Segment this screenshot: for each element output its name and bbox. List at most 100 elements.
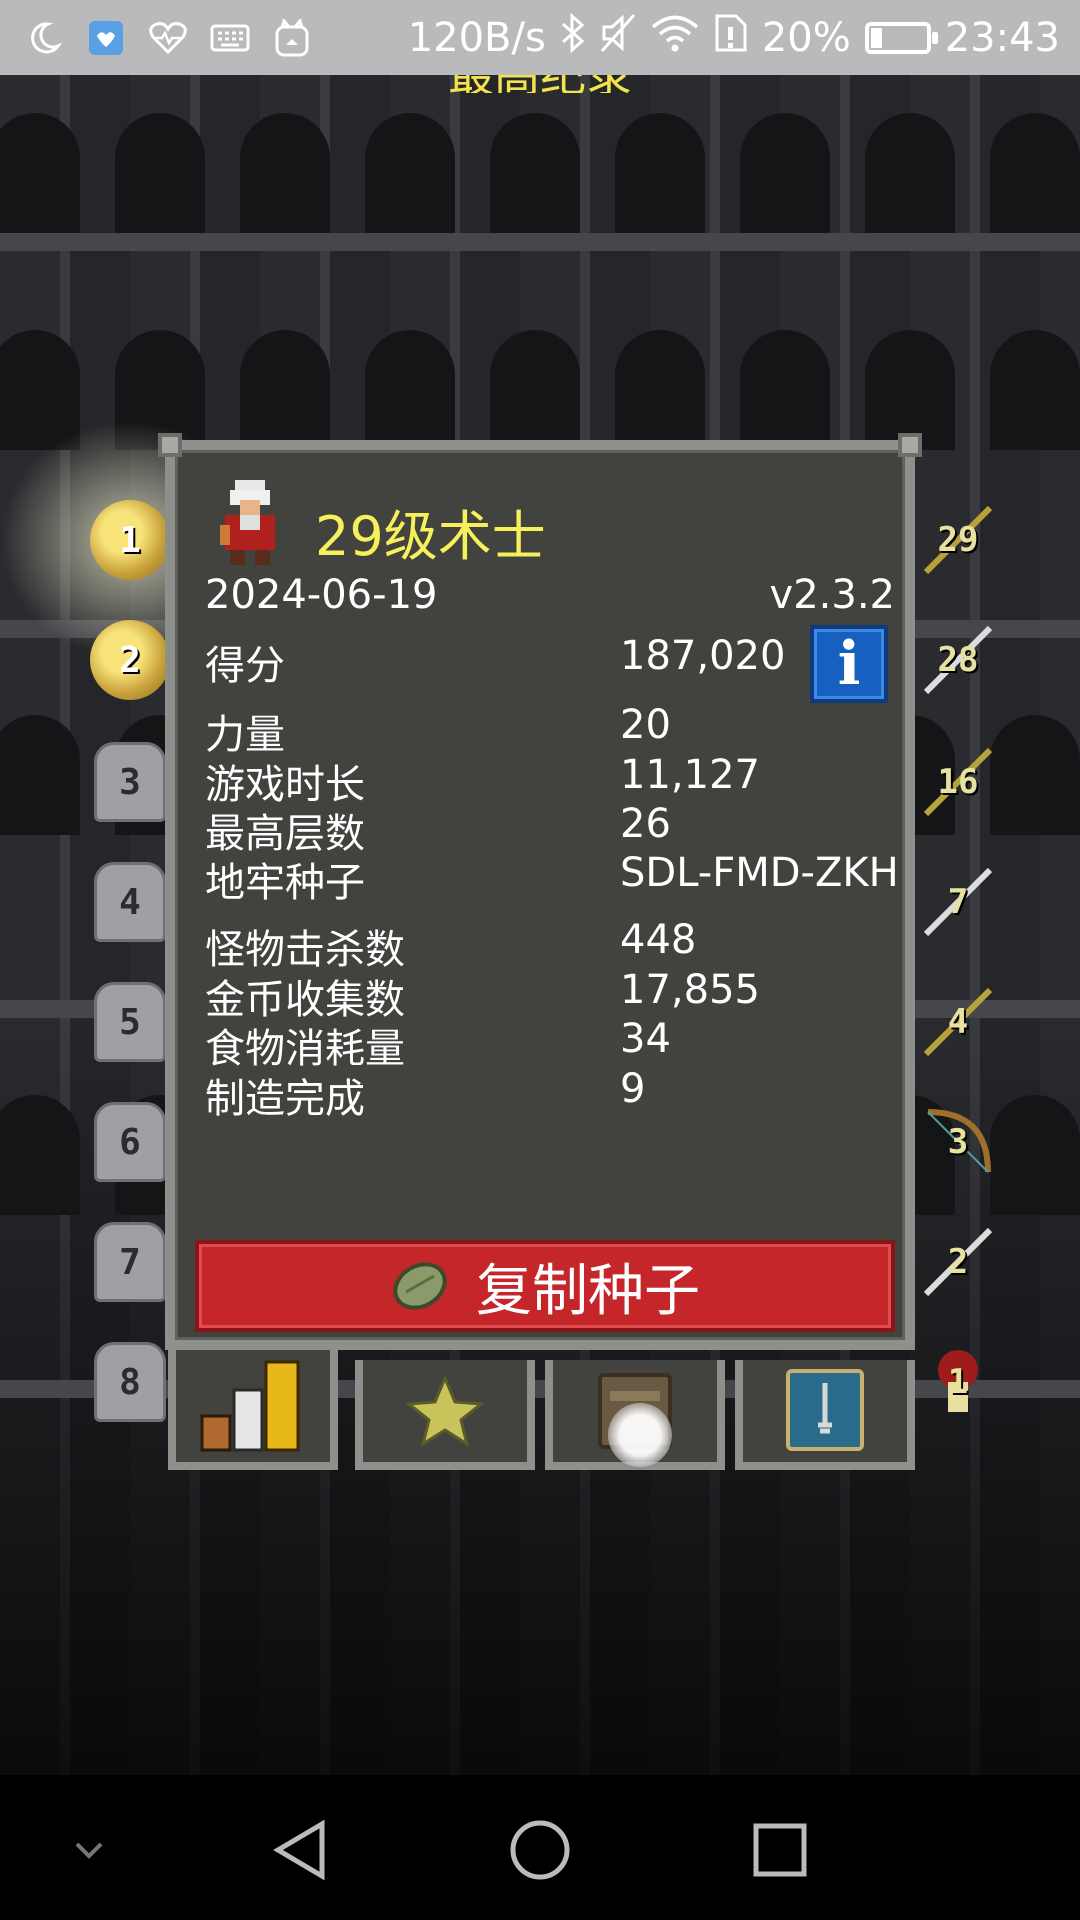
level-label: 4 (947, 1002, 969, 1042)
stat-value: SDL-FMD-ZKH (620, 850, 899, 896)
keyboard-icon (208, 16, 252, 60)
wall-arch (990, 113, 1080, 233)
record-level-7[interactable]: 2 (918, 1222, 998, 1302)
recents-square-icon (753, 1823, 807, 1877)
status-bar-right: 120B/s 20% 23:43 (407, 12, 1060, 63)
home-button[interactable] (495, 1805, 585, 1895)
wall-arch (615, 330, 705, 450)
record-level-3[interactable]: 16 (918, 742, 998, 822)
record-level-1[interactable]: 29 (918, 500, 998, 580)
sim-icon (714, 13, 748, 63)
level-label: 1 (947, 1362, 969, 1402)
wall-arch (865, 113, 955, 233)
heartrate-icon (146, 16, 190, 60)
cat-app-icon (270, 16, 314, 60)
stat-value: 17,855 (620, 967, 760, 1013)
record-level-6[interactable]: 3 (918, 1102, 998, 1182)
wall-arch (865, 330, 955, 450)
wall-arch (490, 113, 580, 233)
wall-arch (740, 330, 830, 450)
battery-percent: 20% (761, 14, 851, 61)
tab-journal[interactable] (735, 1360, 915, 1470)
wall-arch (240, 330, 330, 450)
rank-badge-3[interactable]: 3 (94, 742, 166, 822)
wall-arch (240, 113, 330, 233)
level-label: 3 (947, 1122, 969, 1162)
bluetooth-icon (560, 12, 586, 63)
chevron-down-icon (75, 1842, 103, 1859)
info-icon: i (837, 629, 861, 699)
level-label: 2 (947, 1242, 969, 1282)
tab-badges[interactable] (355, 1360, 535, 1470)
rank-badge-5[interactable]: 5 (94, 982, 166, 1062)
battery-fill (870, 27, 882, 48)
wall-arch (115, 113, 205, 233)
status-bar: 120B/s 20% 23:43 (0, 0, 1080, 75)
stat-value: 34 (620, 1016, 671, 1062)
touch-indicator (608, 1403, 672, 1467)
network-speed: 120B/s (407, 14, 546, 61)
rank-badge-2[interactable]: 2 (90, 620, 170, 700)
info-button[interactable]: i (810, 625, 888, 703)
rank-badge-4[interactable]: 4 (94, 862, 166, 942)
rank-badge-7[interactable]: 7 (94, 1222, 166, 1302)
seed-icon (393, 1262, 447, 1310)
wall-arch (0, 113, 80, 233)
level-label: 7 (947, 882, 969, 922)
wifi-icon (650, 14, 700, 62)
home-circle-icon (510, 1820, 570, 1880)
stat-value: 11,127 (620, 752, 760, 798)
hide-nav-button[interactable] (44, 1805, 134, 1895)
level-label: 29 (937, 520, 979, 560)
record-detail-panel: 29级术士 2024-06-19 v2.3.2 得分 187,020 i 力量 … (158, 433, 922, 1350)
navigation-bar (0, 1775, 1080, 1920)
wall-ledge (0, 233, 1080, 251)
status-bar-left-icons (22, 16, 314, 60)
record-level-2[interactable]: 28 (918, 620, 998, 700)
record-title: 29级术士 (315, 505, 546, 568)
wall-arch (0, 1095, 80, 1215)
record-level-4[interactable]: 7 (918, 862, 998, 942)
clock: 23:43 (944, 14, 1060, 61)
mute-icon (600, 13, 636, 63)
stat-value: 26 (620, 801, 671, 847)
journal-icon (786, 1369, 864, 1451)
rank-badge-8[interactable]: 8 (94, 1342, 166, 1422)
tab-stats[interactable] (168, 1350, 338, 1470)
bar-chart-icon (200, 1360, 300, 1452)
record-level-5[interactable]: 4 (918, 982, 998, 1062)
wall-arch (365, 330, 455, 450)
moon-icon (22, 16, 66, 60)
wall-arch (490, 330, 580, 450)
wall-arch (365, 113, 455, 233)
panel-corner (158, 433, 182, 457)
panel-corner (898, 433, 922, 457)
rank-badge-1[interactable]: 1 (90, 500, 170, 580)
recents-button[interactable] (735, 1805, 825, 1895)
rank-badge-6[interactable]: 6 (94, 1102, 166, 1182)
record-level-8[interactable]: 1 (918, 1342, 998, 1422)
wall-arch (990, 330, 1080, 450)
record-date: 2024-06-19 (205, 572, 438, 618)
warlock-hero-icon (220, 480, 275, 565)
wall-arch (990, 715, 1080, 835)
wall-arch (740, 113, 830, 233)
stat-label: 制造完成 (205, 1076, 365, 1122)
stat-value: 448 (620, 917, 697, 963)
stat-value: 20 (620, 702, 671, 748)
wall-arch (990, 1095, 1080, 1215)
level-label: 28 (937, 640, 979, 680)
wall-arch (615, 113, 705, 233)
battery-icon (864, 21, 938, 54)
screen-title: 最高纪录 (0, 75, 1080, 93)
back-triangle-icon (273, 1819, 325, 1881)
stat-label: 地牢种子 (205, 860, 365, 906)
score-value: 187,020 (620, 633, 786, 679)
back-button[interactable] (255, 1805, 345, 1895)
copy-seed-button[interactable]: 复制种子 (195, 1240, 895, 1332)
star-badge-icon (405, 1374, 485, 1448)
health-app-icon (84, 16, 128, 60)
level-label: 16 (937, 762, 979, 802)
score-label: 得分 (205, 643, 285, 689)
copy-seed-label: 复制种子 (476, 1258, 700, 1324)
